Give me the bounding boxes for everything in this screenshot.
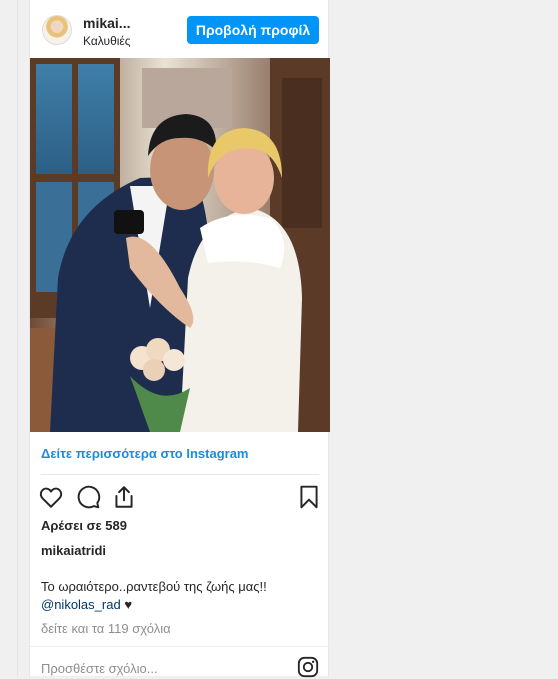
post-author[interactable]: mikaiatridi [41,543,106,558]
page-edge-line [17,0,18,676]
share-icon[interactable] [111,484,137,510]
view-profile-button[interactable]: Προβολή προφίλ [187,16,319,44]
instagram-embed-card: mikai... Καλυθιές Προβολή προφίλ Δείτε π… [29,0,330,679]
caption-text: Το ωραιότερο..ραντεβού της ζωής μας!! [41,579,267,594]
user-info: mikai... Καλυθιές [83,15,131,49]
post-photo-image [30,58,330,432]
post-caption: Το ωραιότερο..ραντεβού της ζωής μας!! @n… [41,578,321,614]
post-photo[interactable] [30,58,330,432]
location[interactable]: Καλυθιές [83,33,131,49]
divider [41,474,319,475]
likes-count[interactable]: Αρέσει σε 589 [41,518,127,533]
post-header: mikai... Καλυθιές Προβολή προφίλ [30,0,330,58]
avatar[interactable] [42,15,72,45]
view-all-comments-link[interactable]: δείτε και τα 119 σχόλια [41,621,171,636]
heart-emoji: ♥ [124,597,133,612]
bookmark-icon[interactable] [296,484,322,510]
view-more-link[interactable]: Δείτε περισσότερα στο Instagram [41,446,249,461]
caption-mention[interactable]: @nikolas_rad [41,597,121,612]
comment-icon[interactable] [75,484,101,510]
instagram-icon[interactable] [297,656,319,678]
comment-divider [30,646,330,647]
username[interactable]: mikai... [83,15,131,31]
heart-icon[interactable] [38,484,64,510]
